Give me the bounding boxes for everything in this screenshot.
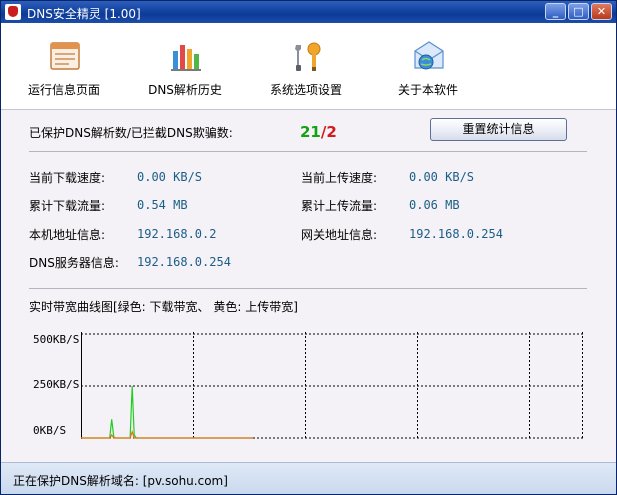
title-bar[interactable]: DNS安全精灵 [1.00] _ □ ✕ xyxy=(1,1,616,23)
upload-total-value: 0.06 MB xyxy=(409,198,460,212)
bar-chart-icon xyxy=(171,45,201,71)
toolbar-options[interactable]: 系统选项设置 xyxy=(251,35,361,101)
toolbar-run-info[interactable]: 运行信息页面 xyxy=(9,35,119,101)
upload-total-label: 累计上传流量: xyxy=(301,199,378,213)
toolbar-label-run-info: 运行信息页面 xyxy=(27,83,100,97)
toolbar-dns-history[interactable]: DNS解析历史 xyxy=(130,35,240,101)
toolbar-about[interactable]: 关于本软件 xyxy=(373,35,483,101)
main-window: DNS安全精灵 [1.00] _ □ ✕ 运行信息页面 DNS解析历史 系统选项… xyxy=(0,0,617,495)
y-tick-500: 500KB/S xyxy=(33,333,80,346)
series-line-upload xyxy=(81,429,253,439)
divider-middle xyxy=(29,288,587,289)
download-total-label: 累计下载流量: xyxy=(29,199,106,213)
bandwidth-chart xyxy=(81,332,583,439)
y-tick-0: 0KB/S xyxy=(33,424,67,437)
status-text: 正在保护DNS解析域名: [pv.sohu.com] xyxy=(13,474,228,488)
toolbar-label-about: 关于本软件 xyxy=(397,83,458,97)
upload-speed-value: 0.00 KB/S xyxy=(409,170,475,184)
local-address-value: 192.168.0.2 xyxy=(137,227,217,241)
series-line-download xyxy=(81,385,253,439)
upload-speed-label: 当前上传速度: xyxy=(301,171,378,185)
protected-count-label: 已保护DNS解析数/已拦截DNS欺骗数: xyxy=(29,126,233,140)
download-speed-value: 0.00 KB/S xyxy=(137,170,203,184)
toolbar-label-dns-history: DNS解析历史 xyxy=(148,83,222,97)
blocked-count: 2 xyxy=(326,123,337,141)
mail-globe-icon xyxy=(414,41,444,70)
close-button[interactable]: ✕ xyxy=(591,3,612,20)
gateway-address-value: 192.168.0.254 xyxy=(409,227,503,241)
y-tick-250: 250KB/S xyxy=(33,378,80,391)
protected-count: 21 xyxy=(300,123,321,141)
window-title: DNS安全精灵 [1.00] xyxy=(27,7,141,21)
toolbar: 运行信息页面 DNS解析历史 系统选项设置 关于本软件 xyxy=(1,23,616,110)
chart-title: 实时带宽曲线图[绿色: 下载带宽、 黄色: 上传带宽] xyxy=(29,300,298,314)
status-bar: 正在保护DNS解析域名: [pv.sohu.com] xyxy=(1,462,616,494)
gateway-address-label: 网关地址信息: xyxy=(301,228,378,242)
download-total-value: 0.54 MB xyxy=(137,198,188,212)
window-page-icon xyxy=(50,42,80,70)
download-speed-label: 当前下载速度: xyxy=(29,171,106,185)
dns-server-label: DNS服务器信息: xyxy=(29,256,119,270)
app-icon xyxy=(5,4,21,20)
maximize-button[interactable]: □ xyxy=(568,3,589,20)
close-icon: ✕ xyxy=(596,5,607,18)
local-address-label: 本机地址信息: xyxy=(29,228,106,242)
reset-stats-button[interactable]: 重置统计信息 xyxy=(430,118,567,141)
maximize-icon: □ xyxy=(573,5,584,18)
wrench-screwdriver-icon xyxy=(295,42,321,71)
protected-blocked-count: 21/2 xyxy=(300,123,337,141)
dns-server-value: 192.168.0.254 xyxy=(137,255,231,269)
minimize-icon: _ xyxy=(552,5,559,18)
minimize-button[interactable]: _ xyxy=(545,3,566,20)
toolbar-label-options: 系统选项设置 xyxy=(269,83,342,97)
divider-top xyxy=(29,151,587,152)
